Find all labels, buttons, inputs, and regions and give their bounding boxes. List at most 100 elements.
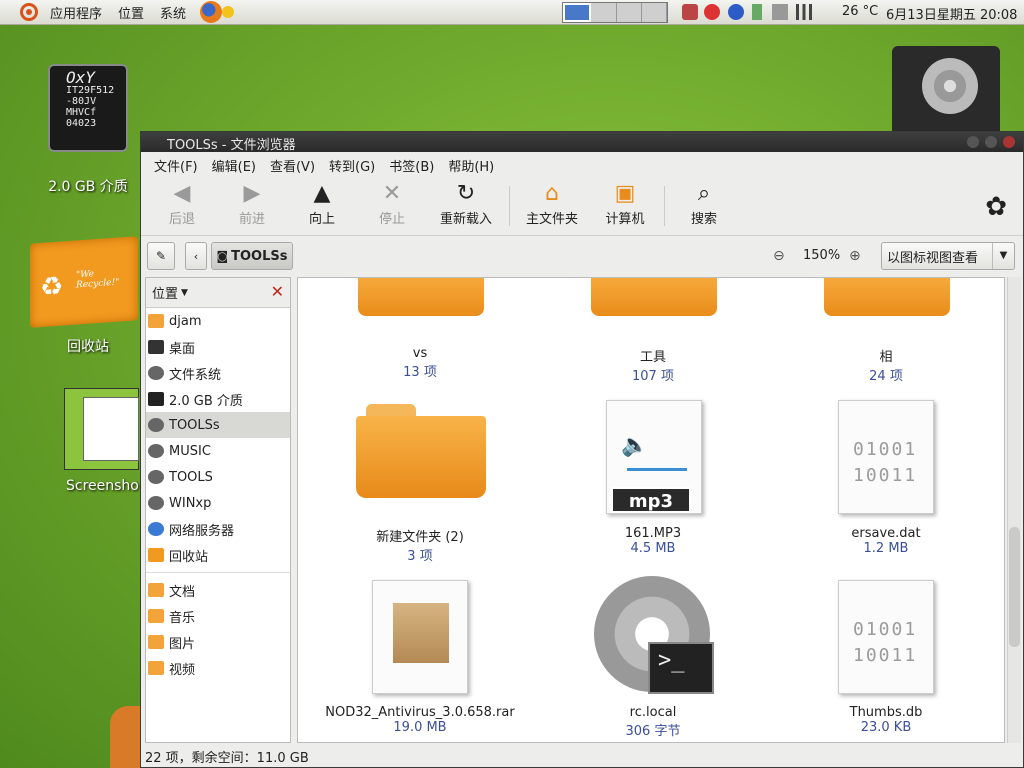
sidebar-item-media[interactable]: 2.0 GB 介质 <box>146 386 290 412</box>
toolbar-separator <box>509 186 510 226</box>
calendar-tray-icon[interactable] <box>682 4 698 20</box>
places-menu[interactable]: 位置 <box>110 3 152 22</box>
sidebar-item-trash[interactable]: 回收站 <box>146 542 290 568</box>
file-item-new-folder[interactable]: 新建文件夹 (2) 3 项 <box>310 526 530 564</box>
sidebar-title[interactable]: 位置 <box>152 283 178 302</box>
workspace-4[interactable] <box>641 3 667 22</box>
sidebar-item-documents[interactable]: 文档 <box>146 577 290 603</box>
firefox-launcher-icon[interactable] <box>200 1 223 23</box>
scrollbar-thumb[interactable] <box>1009 527 1020 647</box>
sidebar-item-desktop[interactable]: 桌面 <box>146 334 290 360</box>
folder-icon[interactable] <box>356 404 486 498</box>
menu-go[interactable]: 转到(G) <box>322 156 382 175</box>
sidebar-item-toolss[interactable]: TOOLSs <box>146 412 290 438</box>
view-mode-select[interactable]: 以图标视图查看 ▼ <box>881 242 1015 270</box>
binary-file-icon[interactable]: 01001 10011 <box>838 580 934 694</box>
sidebar-header[interactable]: 位置 ▼ ✕ <box>146 278 290 308</box>
gnome-foot-icon: ✿ <box>985 192 1007 222</box>
path-button-toolss[interactable]: ◙ TOOLSs <box>211 242 293 270</box>
file-item-161-mp3[interactable]: 161.MP3 4.5 MB <box>543 526 763 556</box>
file-item-photos[interactable]: 相 24 项 <box>776 346 996 384</box>
screenshot-label[interactable]: Screensho <box>66 478 140 494</box>
archive-file-icon[interactable] <box>372 580 468 694</box>
workspace-switcher[interactable] <box>562 2 668 23</box>
applications-menu[interactable]: 应用程序 <box>42 3 110 22</box>
ubuntu-logo-icon[interactable] <box>20 3 38 21</box>
menubar: 文件(F) 编辑(E) 查看(V) 转到(G) 书签(B) 帮助(H) <box>141 152 1023 178</box>
file-item-ersave-dat[interactable]: ersave.dat 1.2 MB <box>776 526 996 556</box>
media-drive-icon[interactable]: OxY IT29F512 -80JV MHVCf 04023 <box>48 64 128 152</box>
minimize-icon[interactable] <box>967 136 979 148</box>
path-left-button[interactable]: ‹ <box>185 242 207 270</box>
titlebar[interactable]: TOOLSs - 文件浏览器 <box>141 132 1023 153</box>
terminal-icon: >_ <box>648 642 714 694</box>
screenshot-thumbnail-icon[interactable] <box>64 388 139 470</box>
search-button[interactable]: ⌕ 搜索 <box>669 178 739 228</box>
toggle-location-entry-button[interactable]: ✎ <box>147 242 175 270</box>
file-item-thumbs-db[interactable]: Thumbs.db 23.0 KB <box>776 705 996 735</box>
menu-edit[interactable]: 编辑(E) <box>205 156 263 175</box>
battery-icon[interactable] <box>752 4 762 20</box>
trash-icon[interactable]: ♻ "We Recycle!" <box>30 236 138 328</box>
clock[interactable]: 6月13日星期五 20:08 <box>886 4 1017 23</box>
bluetooth-icon[interactable] <box>728 4 744 20</box>
zoom-level[interactable]: 150% <box>803 248 840 263</box>
sidebar-item-djam[interactable]: djam <box>146 308 290 334</box>
reload-button[interactable]: ↻ 重新载入 <box>427 178 505 228</box>
sidebar-item-music-folder[interactable]: 音乐 <box>146 603 290 629</box>
zoom-in-icon[interactable]: ⊕ <box>849 248 861 264</box>
back-button[interactable]: ◀ 后退 <box>147 178 217 228</box>
pencil-icon: ✎ <box>155 249 167 263</box>
weather-sun-icon[interactable] <box>222 6 235 18</box>
stop-button[interactable]: ✕ 停止 <box>357 178 427 228</box>
chip-line: MHVCf <box>66 107 97 118</box>
drive-icon <box>148 418 164 432</box>
up-button[interactable]: ▲ 向上 <box>287 178 357 228</box>
sidebar-item-label: 2.0 GB 介质 <box>169 393 243 409</box>
binary-line: 01001 <box>853 439 918 460</box>
sidebar-item-pictures[interactable]: 图片 <box>146 629 290 655</box>
hard-disk-icon[interactable] <box>892 46 1000 136</box>
computer-button[interactable]: ▣ 计算机 <box>590 178 660 228</box>
workspace-1[interactable] <box>563 3 592 22</box>
file-item-nod32[interactable]: NOD32_Antivirus_3.0.658.rar 19.0 MB <box>310 705 530 735</box>
vertical-scrollbar[interactable] <box>1007 277 1021 743</box>
folder-icon[interactable] <box>358 278 484 316</box>
network-signal-icon[interactable] <box>796 4 812 20</box>
media-drive-label[interactable]: 2.0 GB 介质 <box>28 176 148 196</box>
forward-button[interactable]: ▶ 前进 <box>217 178 287 228</box>
menu-file[interactable]: 文件(F) <box>147 156 205 175</box>
home-button[interactable]: ⌂ 主文件夹 <box>514 178 590 228</box>
folder-icon[interactable] <box>824 278 950 316</box>
audio-file-icon[interactable]: 🔈 mp3 <box>606 400 702 514</box>
folder-icon[interactable] <box>591 278 717 316</box>
location-bar: ✎ ‹ ◙ TOOLSs ⊖ 150% ⊕ 以图标视图查看 ▼ <box>141 236 1023 276</box>
menu-view[interactable]: 查看(V) <box>263 156 322 175</box>
trash-label[interactable]: 回收站 <box>28 336 148 356</box>
file-icon-view[interactable]: vs 13 项 工具 107 项 相 24 项 新建文件夹 (2) 3 项 🔈 … <box>297 277 1005 743</box>
menu-bookmarks[interactable]: 书签(B) <box>382 156 441 175</box>
sidebar-item-tools[interactable]: TOOLS <box>146 464 290 490</box>
sidebar-item-music[interactable]: MUSIC <box>146 438 290 464</box>
printer-icon[interactable] <box>772 4 788 20</box>
menu-help[interactable]: 帮助(H) <box>441 156 501 175</box>
file-item-rc-local[interactable]: rc.local 306 字节 <box>543 705 763 739</box>
close-icon[interactable]: ✕ <box>271 282 284 301</box>
workspace-3[interactable] <box>616 3 642 22</box>
workspace-2[interactable] <box>591 3 617 22</box>
binary-file-icon[interactable]: 01001 10011 <box>838 400 934 514</box>
sidebar-item-videos[interactable]: 视频 <box>146 655 290 681</box>
temperature[interactable]: 26 °C <box>842 4 878 19</box>
chevron-down-icon[interactable]: ▼ <box>181 288 188 298</box>
binary-line: 10011 <box>853 465 918 486</box>
sidebar-item-winxp[interactable]: WINxp <box>146 490 290 516</box>
close-icon[interactable] <box>1003 136 1015 148</box>
zoom-out-icon[interactable]: ⊖ <box>773 248 785 264</box>
user-tray-icon[interactable] <box>704 4 720 20</box>
file-item-vs[interactable]: vs 13 项 <box>310 346 530 380</box>
system-menu[interactable]: 系统 <box>152 3 194 22</box>
file-item-tools[interactable]: 工具 107 项 <box>543 346 763 384</box>
sidebar-item-network[interactable]: 网络服务器 <box>146 516 290 542</box>
maximize-icon[interactable] <box>985 136 997 148</box>
sidebar-item-filesystem[interactable]: 文件系统 <box>146 360 290 386</box>
